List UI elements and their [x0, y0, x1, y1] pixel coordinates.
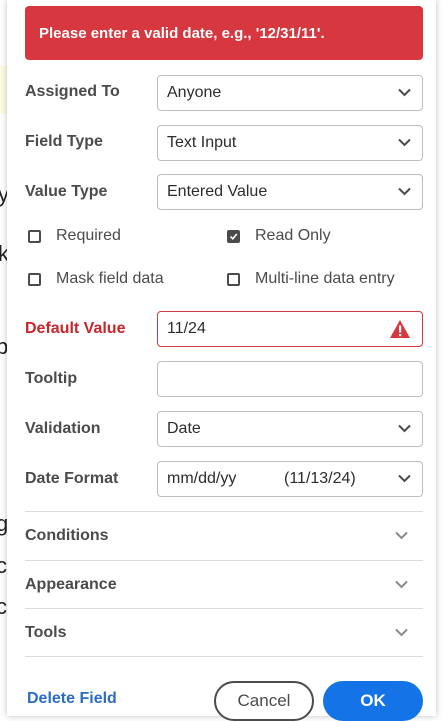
mask-field-data-option[interactable]: Mask field data	[28, 270, 164, 288]
field-type-select[interactable]: Text Input	[157, 125, 423, 161]
chevron-down-icon	[395, 531, 408, 539]
cancel-button[interactable]: Cancel	[214, 681, 314, 721]
value-type-select[interactable]: Entered Value	[157, 174, 423, 210]
background-text-fragment: c	[0, 553, 7, 578]
error-banner: Please enter a valid date, e.g., '12/31/…	[25, 6, 423, 60]
mask-field-data-checkbox[interactable]	[28, 272, 41, 286]
validation-value: Date	[167, 420, 201, 437]
mask-field-data-label: Mask field data	[56, 270, 164, 287]
required-option[interactable]: Required	[28, 227, 121, 245]
chevron-down-icon	[398, 424, 411, 433]
date-format-value: mm/dd/yy	[167, 470, 237, 487]
field-type-label: Field Type	[25, 133, 103, 150]
error-message: Please enter a valid date, e.g., '12/31/…	[39, 24, 325, 42]
appearance-section[interactable]: Appearance	[25, 560, 423, 608]
required-label: Required	[56, 227, 121, 244]
validation-label: Validation	[25, 420, 101, 437]
tools-label: Tools	[25, 623, 67, 641]
value-type-value: Entered Value	[167, 183, 268, 200]
multi-line-checkbox[interactable]	[227, 272, 240, 286]
multi-line-label: Multi-line data entry	[255, 270, 395, 287]
conditions-section[interactable]: Conditions	[25, 511, 423, 559]
tooltip-input[interactable]	[157, 361, 423, 397]
chevron-down-icon	[395, 628, 408, 636]
warning-icon	[390, 320, 410, 338]
read-only-checkbox[interactable]	[227, 229, 240, 243]
chevron-down-icon	[398, 187, 411, 196]
multi-line-option[interactable]: Multi-line data entry	[227, 270, 395, 288]
assigned-to-select[interactable]: Anyone	[157, 75, 423, 111]
default-value-label: Default Value	[25, 320, 126, 337]
delete-field-link[interactable]: Delete Field	[27, 690, 117, 708]
conditions-label: Conditions	[25, 526, 109, 544]
read-only-option[interactable]: Read Only	[227, 227, 331, 245]
value-type-label: Value Type	[25, 183, 108, 200]
chevron-down-icon	[398, 138, 411, 147]
checkmark-icon	[229, 232, 238, 240]
ok-button[interactable]: OK	[323, 681, 423, 721]
date-format-select[interactable]: mm/dd/yy (11/13/24)	[157, 461, 423, 497]
tools-section[interactable]: Tools	[25, 608, 423, 656]
default-value-text: 11/24	[167, 320, 206, 337]
assigned-to-label: Assigned To	[25, 83, 120, 100]
footer-divider	[25, 656, 423, 657]
chevron-down-icon	[398, 474, 411, 483]
field-type-value: Text Input	[167, 134, 237, 151]
date-format-label: Date Format	[25, 470, 119, 487]
tooltip-label: Tooltip	[25, 370, 78, 387]
appearance-label: Appearance	[25, 575, 117, 593]
validation-select[interactable]: Date	[157, 411, 423, 447]
background-text-fragment: c	[0, 594, 7, 619]
chevron-down-icon	[398, 88, 411, 97]
read-only-label: Read Only	[255, 227, 331, 244]
date-format-example: (11/13/24)	[284, 470, 356, 487]
assigned-to-value: Anyone	[167, 84, 222, 101]
default-value-input[interactable]: 11/24	[157, 311, 423, 347]
required-checkbox[interactable]	[28, 229, 41, 243]
chevron-down-icon	[395, 580, 408, 588]
